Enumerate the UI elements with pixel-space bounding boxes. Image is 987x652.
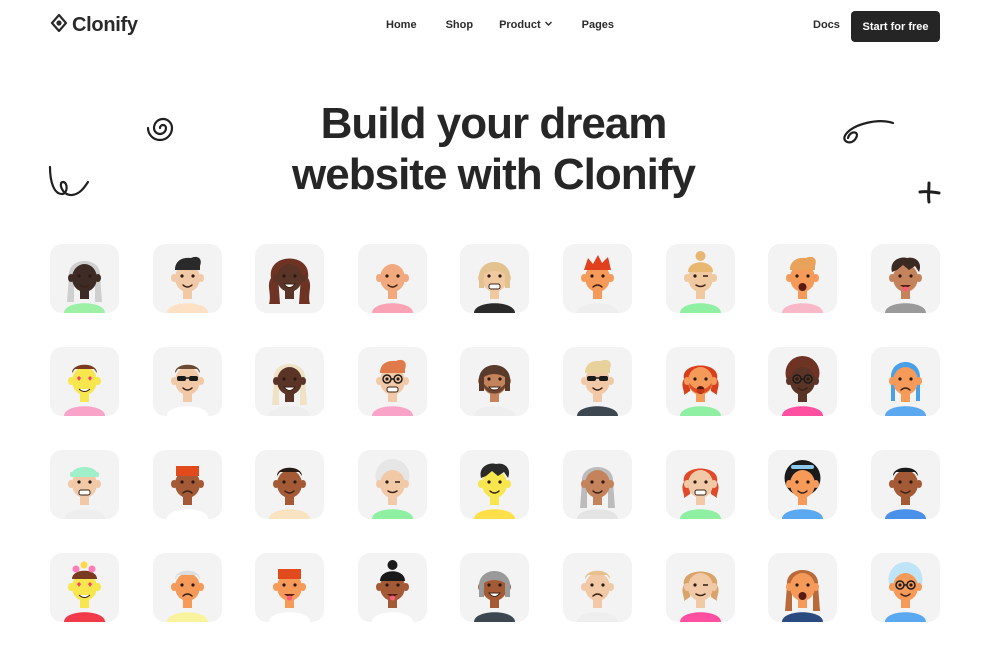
avatar-illustration-icon xyxy=(269,569,311,622)
avatar-tile[interactable] xyxy=(665,450,735,519)
avatar-tile[interactable] xyxy=(562,244,632,313)
avatar-tile[interactable] xyxy=(152,347,222,416)
avatar-illustration-icon xyxy=(474,463,516,519)
avatar-illustration-icon xyxy=(884,362,926,416)
nav-shop-label: Shop xyxy=(445,19,474,31)
brand-name: Clonify xyxy=(72,14,138,36)
avatar-tile[interactable] xyxy=(870,450,940,519)
avatar-illustration-icon xyxy=(371,560,413,622)
avatar-illustration-icon xyxy=(166,364,208,416)
avatar-illustration-icon xyxy=(166,466,208,519)
avatar-tile[interactable] xyxy=(357,244,427,313)
nav-home[interactable]: Home xyxy=(386,19,417,31)
avatar-tile[interactable] xyxy=(255,347,325,416)
nav-product[interactable]: Product xyxy=(499,19,553,31)
avatar-illustration-icon xyxy=(576,467,618,519)
logo[interactable]: Clonify xyxy=(50,13,138,37)
clonify-logo-icon xyxy=(50,13,68,37)
avatar-tile[interactable] xyxy=(50,347,119,416)
avatar-tile[interactable] xyxy=(357,347,427,416)
avatar-tile[interactable] xyxy=(152,450,222,519)
avatar-tile[interactable] xyxy=(562,347,632,416)
nav-pages-label: Pages xyxy=(581,19,615,31)
nav-shop[interactable]: Shop xyxy=(446,19,474,31)
avatar-tile[interactable] xyxy=(460,244,530,313)
avatar-tile[interactable] xyxy=(50,450,119,519)
nav-product-label: Product xyxy=(499,19,541,31)
hero-title-line-1: Build your dream xyxy=(320,99,668,148)
avatar-tile[interactable] xyxy=(255,553,325,622)
avatar-illustration-icon xyxy=(782,570,824,622)
avatar-tile[interactable] xyxy=(768,450,838,519)
avatar-tile[interactable] xyxy=(357,450,427,519)
nav-pages[interactable]: Pages xyxy=(582,19,614,31)
avatar-illustration-icon xyxy=(474,262,516,313)
avatar-tile[interactable] xyxy=(870,553,940,622)
avatar-illustration-icon xyxy=(64,467,105,519)
avatar-illustration-icon xyxy=(782,256,824,313)
avatar-illustration-icon xyxy=(371,359,413,416)
avatar-illustration-icon xyxy=(782,460,824,519)
avatar-tile[interactable] xyxy=(255,244,325,313)
avatar-illustration-icon xyxy=(64,261,105,313)
avatar-tile[interactable] xyxy=(357,553,427,622)
avatar-illustration-icon xyxy=(371,264,413,313)
avatar-tile[interactable] xyxy=(255,450,325,519)
avatar-illustration-icon xyxy=(884,562,926,622)
avatar-tile[interactable] xyxy=(768,553,838,622)
avatar-illustration-icon xyxy=(679,365,721,416)
avatar-tile[interactable] xyxy=(665,347,735,416)
avatar-illustration-icon xyxy=(474,365,516,416)
avatar-illustration-icon xyxy=(679,251,721,313)
avatar-illustration-icon xyxy=(884,257,926,313)
avatar-tile[interactable] xyxy=(152,244,222,313)
avatar-tile[interactable] xyxy=(50,553,119,622)
avatar-illustration-icon xyxy=(64,561,105,622)
avatar-illustration-icon xyxy=(269,258,311,313)
nav-home-label: Home xyxy=(386,19,417,31)
avatar-illustration-icon xyxy=(269,364,311,416)
avatar-illustration-icon xyxy=(64,364,105,416)
avatar-tile[interactable] xyxy=(460,347,530,416)
avatar-illustration-icon xyxy=(576,570,618,622)
avatar-tile[interactable] xyxy=(562,553,632,622)
avatar-tile[interactable] xyxy=(50,244,119,313)
avatar-illustration-icon xyxy=(884,467,926,519)
avatar-illustration-icon xyxy=(679,571,721,622)
avatar-illustration-icon xyxy=(269,467,311,519)
avatar-illustration-icon xyxy=(679,468,721,519)
avatar-tile[interactable] xyxy=(870,244,940,313)
avatar-illustration-icon xyxy=(576,359,618,416)
avatar-illustration-icon xyxy=(474,571,516,622)
avatar-tile[interactable] xyxy=(768,244,838,313)
docs-link[interactable]: Docs xyxy=(813,19,840,31)
avatar-illustration-icon xyxy=(166,570,208,622)
avatar-illustration-icon xyxy=(371,459,413,519)
avatar-illustration-icon xyxy=(166,256,208,313)
avatar-grid xyxy=(50,244,940,622)
top-navbar: Clonify Home Shop Product Pages Docs Sta… xyxy=(0,0,987,54)
avatar-tile[interactable] xyxy=(870,347,940,416)
hero-title-line-2: website with Clonify xyxy=(292,150,696,199)
avatar-illustration-icon xyxy=(782,356,824,416)
avatar-tile[interactable] xyxy=(460,450,530,519)
avatar-tile[interactable] xyxy=(460,553,530,622)
start-for-free-label: Start for free xyxy=(862,20,929,33)
main-menu: Home Shop Product Pages xyxy=(386,19,614,31)
start-for-free-button[interactable]: Start for free xyxy=(851,11,940,42)
avatar-tile[interactable] xyxy=(562,450,632,519)
avatar-tile[interactable] xyxy=(152,553,222,622)
hero-heading: Build your dream website with Clonify xyxy=(0,98,987,200)
avatar-tile[interactable] xyxy=(665,244,735,313)
avatar-illustration-icon xyxy=(576,255,618,313)
avatar-tile[interactable] xyxy=(665,553,735,622)
avatar-tile[interactable] xyxy=(768,347,838,416)
chevron-down-icon xyxy=(544,19,553,31)
